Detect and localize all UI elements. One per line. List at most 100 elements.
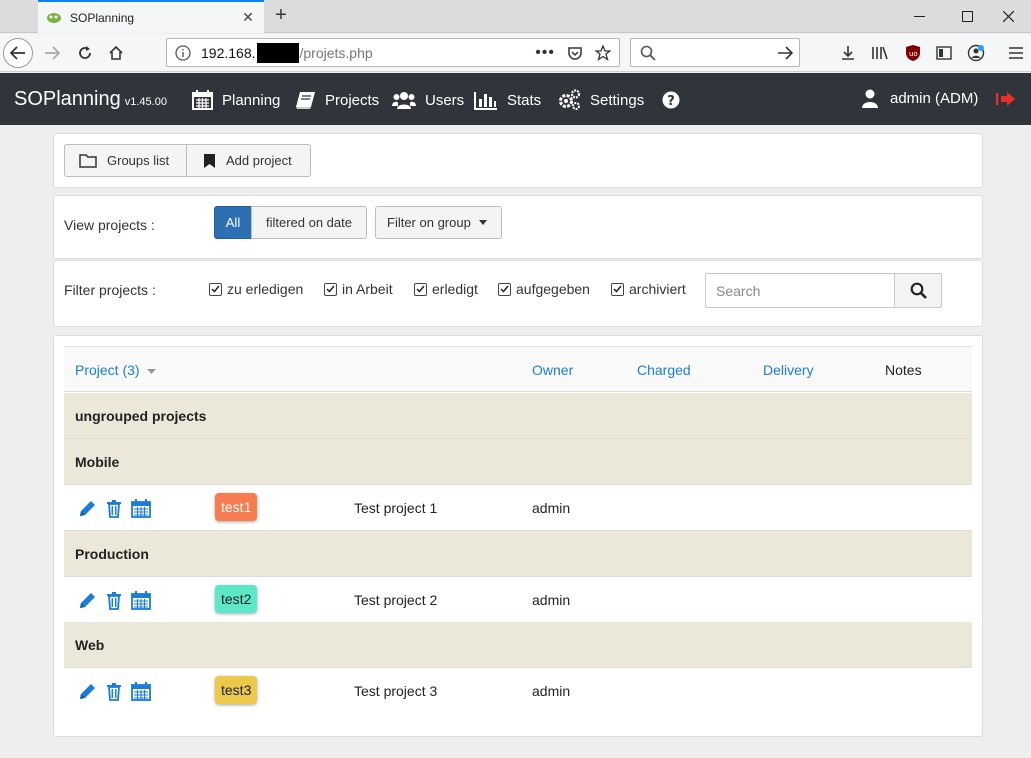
toolbar-card: Groups list Add project [53,133,983,188]
table-row: test2 Test project 2 admin [64,577,972,623]
view-all-button[interactable]: All [214,206,252,239]
project-owner: admin [532,592,571,608]
close-window-icon[interactable] [985,0,1031,33]
gears-icon [559,89,581,110]
edit-pencil-icon[interactable] [78,499,97,518]
reload-icon [79,46,91,59]
url-bar[interactable]: 192.168. /projets.php ••• [166,38,620,67]
checkbox-checked-icon[interactable] [209,282,222,296]
project-owner: admin [532,500,571,516]
calendar-icon [192,90,213,110]
reload-button[interactable] [70,38,100,68]
status-checkbox-aufgegeben[interactable]: aufgegeben [498,281,590,297]
project-code-badge: test3 [215,676,258,704]
info-icon[interactable] [175,44,191,61]
groups-list-button[interactable]: Groups list [64,144,187,177]
checkbox-checked-icon[interactable] [324,282,337,296]
view-filtered-date-label: filtered on date [265,215,352,230]
group-title: Production [75,546,149,562]
brand-logo[interactable]: SOPlanning v1.45.00 [14,88,167,111]
status-checkbox-zu-erledigen[interactable]: zu erledigen [209,281,303,297]
project-code-badge: test2 [215,585,258,613]
group-row-production: Production [64,531,972,577]
forward-button[interactable] [37,38,67,68]
status-label: erledigt [432,281,478,297]
column-delivery[interactable]: Delivery [763,362,814,378]
groups-list-label: Groups list [107,153,170,168]
project-name: Test project 2 [354,592,438,608]
menu-users[interactable]: Users [392,89,464,111]
url-path: /projets.php [299,44,373,61]
caret-down-icon [478,220,487,225]
url-redaction [256,42,299,63]
bookmark-icon [204,153,215,168]
svg-text:?: ? [667,94,675,109]
arrow-right-icon [45,46,60,60]
menu-settings[interactable]: Settings [557,89,644,111]
pocket-icon[interactable] [567,45,583,61]
add-project-button[interactable]: Add project [186,144,311,177]
logout-button[interactable] [995,91,1016,110]
column-owner[interactable]: Owner [532,362,573,378]
search-icon [640,45,656,61]
back-button[interactable] [3,38,33,68]
view-projects-card: View projects : All filtered on date Fil… [53,195,983,259]
column-charged[interactable]: Charged [637,362,691,378]
menu-projects-label: Projects [325,91,380,109]
tab-close-icon[interactable]: ✕ [240,9,256,26]
status-label: in Arbeit [342,281,393,297]
search-button[interactable] [894,273,942,308]
table-row: test3 Test project 3 admin [64,668,972,714]
menu-planning[interactable]: Planning [192,89,280,111]
page-actions-icon[interactable]: ••• [535,44,555,62]
edit-pencil-icon[interactable] [78,591,97,610]
menu-stats[interactable]: Stats [474,89,541,111]
menu-projects[interactable]: Projects [295,89,379,111]
soplanning-favicon-icon [46,10,62,26]
status-checkbox-erledigt[interactable]: erledigt [414,281,478,297]
browser-search-bar[interactable] [630,38,800,67]
hamburger-menu-icon[interactable] [1006,43,1026,63]
help-button[interactable]: ? [662,89,689,111]
ublock-icon[interactable]: uo [903,43,923,63]
account-icon[interactable] [966,43,986,63]
status-checkbox-archiviert[interactable]: archiviert [611,281,686,297]
planning-calendar-icon[interactable] [131,682,151,701]
checkbox-checked-icon[interactable] [414,282,427,296]
edit-pencil-icon[interactable] [78,682,97,701]
home-icon [109,45,123,60]
maximize-window-icon[interactable] [944,0,990,33]
arrow-left-icon [10,46,25,60]
sidebar-icon[interactable] [934,43,954,63]
add-project-label: Add project [226,153,292,168]
downloads-icon[interactable] [838,43,858,63]
sort-caret-icon [147,368,157,374]
delete-trash-icon[interactable] [106,499,122,518]
bookmark-star-icon[interactable] [595,44,611,61]
column-project-label: Project (3) [75,362,140,378]
group-title: Mobile [75,454,120,470]
planning-calendar-icon[interactable] [131,499,151,518]
projects-table-card: Project (3) Owner Charged Delivery Notes… [53,335,983,737]
group-title: ungrouped projects [75,408,207,424]
checkbox-checked-icon[interactable] [498,282,511,296]
minimize-window-icon[interactable] [896,0,942,33]
table-header: Project (3) Owner Charged Delivery Notes [64,346,972,392]
question-circle-icon: ? [662,91,680,109]
browser-tab[interactable]: SOPlanning ✕ [38,0,264,33]
group-title: Web [75,637,105,653]
filter-group-dropdown[interactable]: Filter on group [375,206,502,239]
status-checkbox-in-arbeit[interactable]: in Arbeit [324,281,393,297]
library-icon[interactable] [870,43,890,63]
checkbox-checked-icon[interactable] [611,282,624,296]
user-menu[interactable]: admin (ADM) [862,89,978,108]
planning-calendar-icon[interactable] [131,591,151,610]
user-icon [862,89,878,108]
view-filtered-date-button[interactable]: filtered on date [251,206,367,239]
delete-trash-icon[interactable] [106,682,122,701]
project-search-input[interactable] [705,273,895,308]
home-button[interactable] [101,38,131,68]
column-project-sort[interactable]: Project (3) [75,362,157,378]
delete-trash-icon[interactable] [106,591,122,610]
new-tab-button[interactable]: + [270,4,292,28]
